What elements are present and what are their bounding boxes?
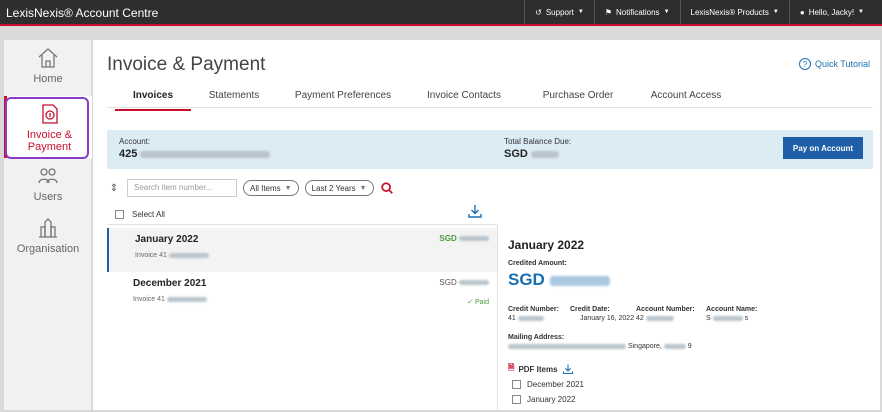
account-name-value: S s [706,315,749,322]
notifications-menu[interactable]: ⚑ Notifications ▼ [593,0,680,24]
sidebar-item-users[interactable]: Users [4,164,92,214]
main-panel: Invoice & Payment ? Quick Tutorial Invoi… [93,40,880,410]
pdf-file-icon: 🗎 [508,363,515,372]
sidebar-item-home[interactable]: Home [4,46,92,96]
period-filter-value: Last 2 Years [311,183,356,193]
user-greeting: Hello, Jacky! [808,7,855,17]
flag-icon: ⚑ [604,7,612,17]
period-filter-select[interactable]: Last 2 Years ▼ [304,180,374,196]
chevron-down-icon: ▼ [284,184,292,192]
balance-label: Total Balance Due: [504,137,572,146]
invoice-month: December 2021 [133,278,207,289]
account-label: Account: [119,137,151,146]
invoice-row-dec-2021[interactable]: December 2021 Invoice 41 SGD ✓ Paid [107,272,497,316]
products-label: LexisNexis® Products [690,7,769,17]
support-label: Support [545,7,574,17]
credit-date-value: January 16, 2022 [580,315,635,322]
page-title: Invoice & Payment [107,54,266,75]
invoice-number: Invoice 41 [135,252,209,259]
credited-amount-label: Credited Amount: [508,260,567,267]
search-icon[interactable] [380,181,394,195]
sidebar-item-label: Organisation [16,243,80,255]
users-icon [38,168,58,184]
tutorial-label: Quick Tutorial [814,59,870,69]
sidebar-item-organisation[interactable]: Organisation [4,216,92,266]
pdf-item-label: December 2021 [527,380,584,389]
pay-on-account-button[interactable]: Pay on Account [783,137,863,159]
select-all-checkbox[interactable] [115,210,124,219]
credited-amount-value: SGD [508,270,610,290]
filter-bar: ⇕ Search item number... All Items ▼ Last… [107,173,507,203]
chevron-down-icon: ▼ [858,9,864,15]
list-divider [107,224,497,225]
highlight-box [5,97,89,159]
notifications-label: Notifications [615,7,660,17]
invoice-number: Invoice 41 [133,296,207,303]
pdf-item-label: January 2022 [527,395,576,404]
home-icon [38,48,58,68]
mailing-address-value: Singapore, 9 [508,343,692,350]
select-all-label: Select All [132,210,165,219]
items-filter-select[interactable]: All Items ▼ [243,180,299,196]
top-nav: ↺ Support ▼ ⚑ Notifications ▼ LexisNexis… [524,0,874,24]
organisation-icon [39,218,57,238]
sidebar: Home Invoice & Payment Users Organisatio… [4,40,92,410]
invoice-detail-panel: January 2022 Credited Amount: SGD Credit… [497,224,873,410]
pdf-item[interactable]: December 2021 [512,380,584,389]
user-icon: ● [799,7,805,17]
pdf-item-checkbox[interactable] [512,380,521,389]
pdf-items-label: PDF Items [518,364,558,374]
chevron-down-icon: ▼ [772,9,779,15]
detail-title: January 2022 [508,238,585,252]
balance-value: SGD [504,148,559,160]
chevron-down-icon: ▼ [577,9,584,15]
top-bar: LexisNexis® Account Centre ↺ Support ▼ ⚑… [0,0,882,26]
invoice-amount: SGD [439,234,489,243]
products-menu[interactable]: LexisNexis® Products ▼ [679,0,789,24]
pdf-item[interactable]: January 2022 [512,395,575,404]
invoice-amount: SGD [439,278,489,287]
user-menu[interactable]: ● Hello, Jacky! ▼ [788,0,874,24]
chevron-down-icon: ▼ [663,9,670,15]
sidebar-item-label: Users [33,191,63,203]
paid-status-badge: ✓ Paid [467,299,489,306]
support-menu[interactable]: ↺ Support ▼ [524,0,594,24]
select-all-row: Select All [115,210,165,219]
credit-number-label: Credit Number: [508,306,559,313]
mailing-address-label: Mailing Address: [508,334,565,341]
tab-divider [107,107,873,108]
search-input[interactable]: Search item number... [127,179,237,197]
pdf-items-header: 🗎 PDF Items [508,362,574,376]
account-name-label: Account Name: [706,306,758,313]
download-icon[interactable] [467,203,483,219]
account-value: 425 [119,148,271,160]
account-summary-bar: Account: 425 Total Balance Due: SGD Pay … [107,130,873,169]
quick-tutorial-link[interactable]: ? Quick Tutorial [798,58,870,70]
credit-date-label: Credit Date: [570,306,610,313]
credit-number-value: 41 [508,315,544,322]
items-filter-value: All Items [250,183,281,193]
invoice-month: January 2022 [135,234,199,245]
chevron-down-icon: ▼ [359,184,367,192]
help-icon: ? [798,58,811,70]
account-number-value: 42 [636,315,674,322]
account-number-label: Account Number: [636,306,695,313]
brand-title[interactable]: LexisNexis® Account Centre [6,6,158,20]
download-icon[interactable] [562,363,574,375]
pdf-item-checkbox[interactable] [512,395,521,404]
sidebar-item-label: Home [33,73,63,85]
support-icon: ↺ [535,7,542,17]
invoice-row-jan-2022[interactable]: January 2022 Invoice 41 SGD [107,228,497,272]
sort-icon[interactable]: ⇕ [107,183,121,194]
